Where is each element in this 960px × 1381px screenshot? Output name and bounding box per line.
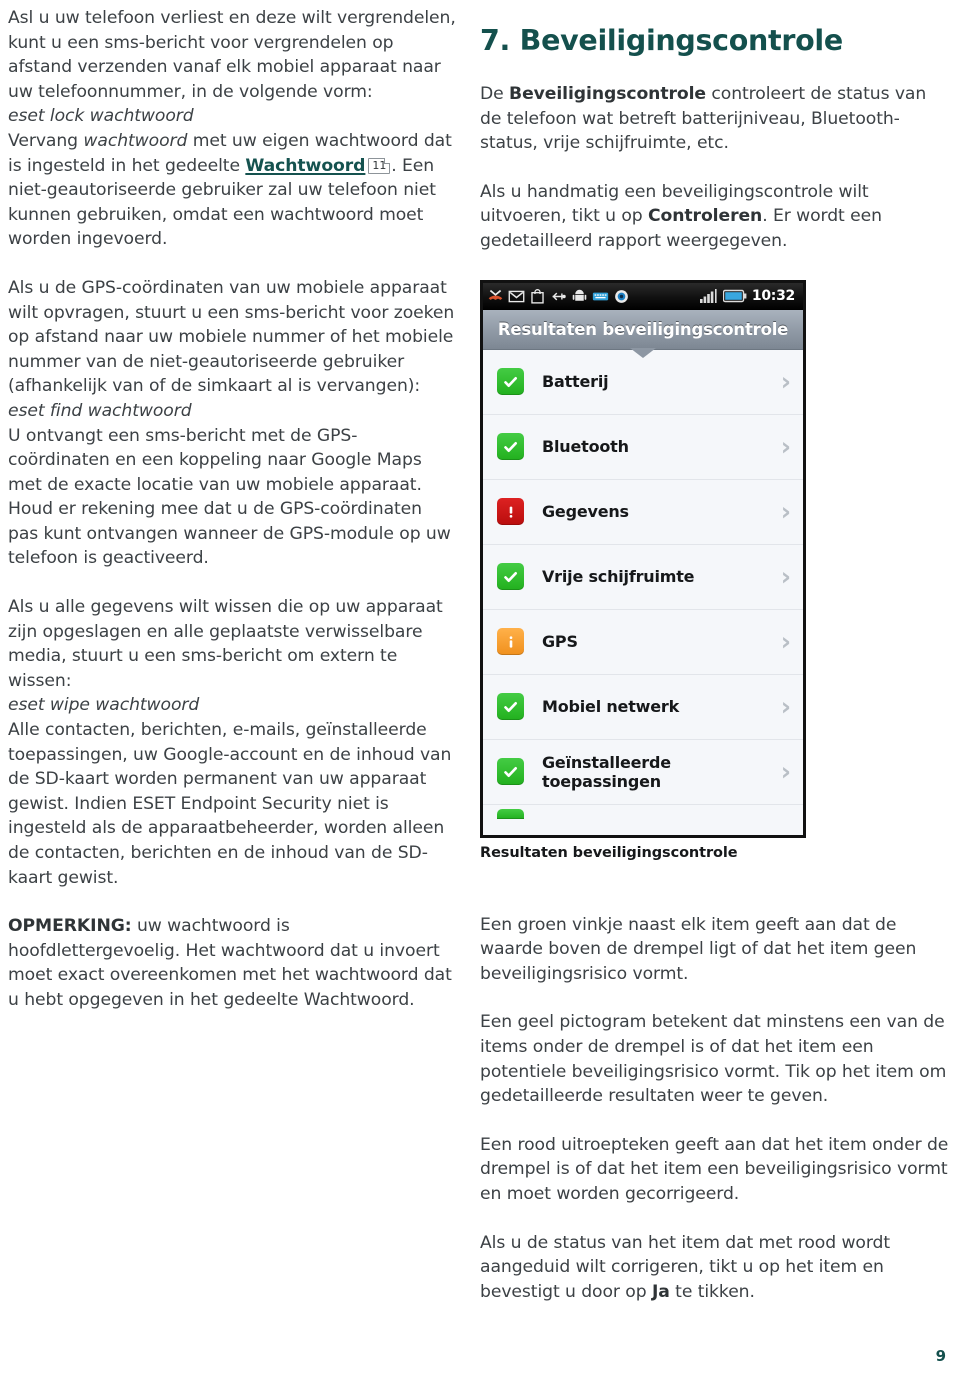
android-icon	[572, 289, 587, 301]
status-error-icon	[497, 498, 524, 526]
list-item[interactable]: Mobiel netwerk ›	[483, 675, 803, 740]
paragraph-yellow-icon-explanation: Een geel pictogram betekent dat minstens…	[480, 1012, 947, 1107]
list-item[interactable]: Bluetooth ›	[483, 415, 803, 480]
chevron-right-icon: ›	[780, 367, 791, 397]
android-status-bar: 10:32	[483, 282, 803, 310]
list-item[interactable]: Batterij ›	[483, 350, 803, 415]
signal-bars-icon	[699, 288, 717, 303]
status-ok-icon	[497, 808, 524, 819]
paragraph-note: OPMERKING: uw wachtwoord is hoofdletterg…	[8, 914, 456, 1012]
market-bag-icon	[531, 288, 544, 304]
usb-icon	[552, 292, 566, 300]
page-number: 9	[935, 1347, 946, 1365]
paragraph-remote-lock-body: Vervang wachtwoord met uw eigen wachtwoo…	[8, 129, 456, 252]
document-page: Asl u uw telefoon verliest en deze wilt …	[0, 0, 960, 1381]
eye-icon	[615, 289, 628, 303]
status-bar-notification-icons	[487, 288, 630, 305]
list-item-label: Gegevens	[542, 502, 629, 522]
paragraph-remote-lock-intro: Asl u uw telefoon verliest en deze wilt …	[8, 8, 456, 102]
section-heading: 7. Beveiligingscontrole	[480, 24, 843, 57]
battery-icon	[722, 289, 747, 303]
left-column: Asl u uw telefoon verliest en deze wilt …	[0, 6, 470, 1304]
status-ok-icon	[497, 693, 524, 721]
list-item-label: Bluetooth	[542, 437, 629, 457]
note-label: OPMERKING:	[8, 916, 132, 937]
phone-screenshot: 10:32 Resultaten beveiligingscontrole Ba…	[480, 279, 806, 838]
chevron-right-icon: ›	[780, 562, 791, 592]
chevron-right-icon: ›	[780, 497, 791, 527]
status-ok-icon	[497, 758, 524, 786]
emph-wachtwoord: wachtwoord	[83, 130, 188, 151]
list-item[interactable]: Gegevens ›	[483, 480, 803, 545]
right-column: 7. Beveiligingscontrole De Beveiligingsc…	[470, 6, 960, 1304]
status-bar-system-icons: 10:32	[699, 288, 798, 305]
link-wachtwoord[interactable]: Wachtwoord	[245, 156, 365, 176]
paragraph-gps-body: U ontvangt een sms-bericht met de GPS-co…	[8, 425, 451, 569]
screen-title: Resultaten beveiligingscontrole	[497, 319, 789, 339]
status-ok-icon	[497, 433, 524, 461]
gmail-icon	[508, 290, 525, 302]
missed-call-icon	[488, 289, 503, 300]
paragraph-wipe-intro: Als u alle gegevens wilt wissen die op u…	[8, 597, 443, 691]
paragraph-wipe-body: Alle contacten, berichten, e-mails, geïn…	[8, 720, 452, 888]
list-item[interactable]: Vrije schijfruimte ›	[483, 545, 803, 610]
status-bar-clock: 10:32	[751, 288, 795, 305]
text-after-bold: te tikken.	[669, 1281, 755, 1302]
command-eset-wipe: eset wipe wachtwoord	[8, 695, 200, 716]
paragraph-red-icon-explanation: Een rood uitroepteken geeft aan dat het …	[480, 1134, 949, 1204]
list-item[interactable]: GPS ›	[483, 610, 803, 675]
screen-title-bar: Resultaten beveiligingscontrole	[483, 309, 803, 358]
text-before-emph: Vervang	[8, 130, 84, 151]
figure-caption: Resultaten beveiligingscontrole	[480, 844, 738, 861]
status-ok-icon	[497, 563, 524, 591]
text-before-bold: De	[480, 84, 510, 104]
status-ok-icon	[497, 368, 524, 396]
emph-beveiligingscontrole: Beveiligingscontrole	[509, 84, 706, 104]
audit-results-list: Batterij › Bluetooth › Gegevens › Vrije …	[483, 349, 803, 835]
chevron-right-icon: ›	[780, 432, 791, 462]
list-item-label: Mobiel netwerk	[542, 697, 680, 717]
list-item-label: Batterij	[542, 372, 609, 392]
paragraph-security-audit-desc: De Beveiligingscontrole controleert de s…	[480, 82, 950, 156]
list-item-label: Vrije schijfruimte	[542, 567, 695, 587]
list-item-label: GPS	[542, 632, 578, 652]
keyboard-icon	[592, 292, 609, 300]
two-column-layout: Asl u uw telefoon verliest en deze wilt …	[0, 0, 960, 1304]
paragraph-green-check-explanation: Een groen vinkje naast elk item geeft aa…	[480, 914, 917, 984]
paragraph-gps-intro: Als u de GPS-coördinaten van uw mobiele …	[8, 277, 455, 397]
paragraph-manual-audit: Als u handmatig een beveiligingscontrole…	[480, 180, 950, 254]
command-eset-lock: eset lock wachtwoord	[8, 106, 194, 127]
command-eset-find: eset find wachtwoord	[8, 400, 192, 421]
list-item-partial[interactable]	[483, 805, 803, 835]
emph-ja: Ja	[651, 1281, 670, 1302]
status-warning-icon	[497, 628, 524, 656]
list-item-label: Geïnstalleerde toepassingen	[542, 752, 671, 791]
chevron-right-icon: ›	[780, 757, 791, 787]
figure-security-audit-results: 10:32 Resultaten beveiligingscontrole Ba…	[480, 279, 950, 861]
list-item[interactable]: Geïnstalleerde toepassingen ›	[483, 740, 803, 805]
emph-controleren: Controleren	[648, 206, 763, 227]
chevron-right-icon: ›	[780, 627, 791, 657]
chevron-right-icon: ›	[780, 692, 791, 722]
paragraph-correct-status: Als u de status van het item dat met roo…	[480, 1231, 950, 1305]
page-reference-badge[interactable]: 11	[368, 157, 391, 174]
